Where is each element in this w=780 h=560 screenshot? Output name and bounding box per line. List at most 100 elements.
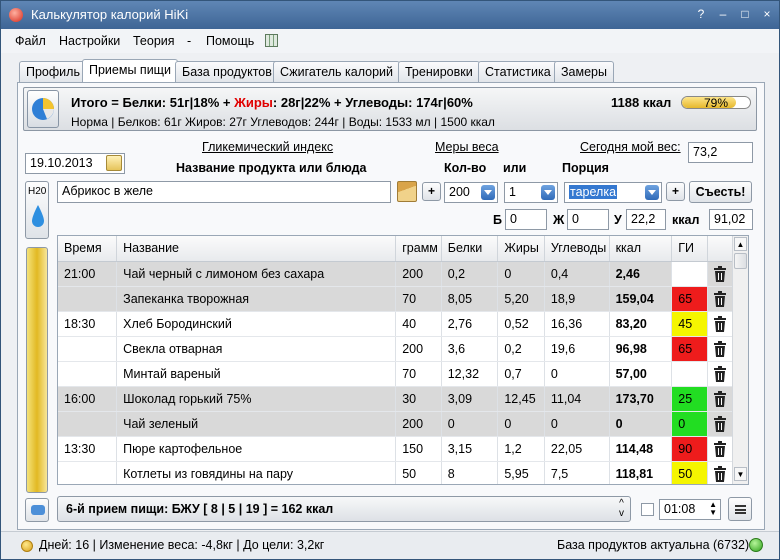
delete-row-button[interactable]	[707, 311, 735, 337]
tab-products[interactable]: База продуктов	[175, 61, 279, 82]
cell-gi	[671, 361, 708, 387]
delete-row-button[interactable]	[707, 436, 735, 462]
col-gi[interactable]: ГИ	[671, 236, 708, 262]
meal-time-checkbox[interactable]	[641, 503, 654, 516]
menu-settings[interactable]: Настройки	[59, 34, 120, 48]
carbs-input[interactable]: 22,2	[626, 209, 666, 230]
cell-name: Минтай вареный	[116, 361, 397, 387]
cell-carbs: 0	[544, 411, 610, 437]
delete-row-button[interactable]	[707, 386, 735, 412]
delete-row-button[interactable]	[707, 361, 735, 387]
col-time[interactable]: Время	[58, 236, 118, 262]
kcal-input[interactable]: 91,02	[709, 209, 753, 230]
add-portion-plus-button[interactable]: +	[666, 182, 685, 201]
cell-gram: 150	[395, 436, 442, 462]
table-row[interactable]: 16:00 Шоколад горький 75% 30 3,09 12,45 11,04…	[58, 386, 735, 412]
table-row[interactable]: Чай зеленый 200 0 0 0 0 0	[58, 411, 735, 437]
table-row[interactable]: Запеканка творожная 70 8,05 5,20 18,9 159,04 6…	[58, 286, 735, 312]
cell-gram: 50	[395, 461, 442, 484]
col-name[interactable]: Название	[116, 236, 397, 262]
meal-time-input[interactable]: 01:08 ▲ ▼	[659, 499, 721, 520]
grams-dropdown[interactable]: 200	[444, 182, 498, 203]
cell-carbs: 18,9	[544, 286, 610, 312]
menu-list-button[interactable]	[728, 497, 752, 521]
col-gram[interactable]: грамм	[395, 236, 442, 262]
minimize-button[interactable]: –	[713, 5, 733, 23]
menu-help[interactable]: Помощь	[206, 34, 254, 48]
delete-row-button[interactable]	[707, 261, 735, 287]
protein-input[interactable]: 0	[505, 209, 547, 230]
table-row[interactable]: Свекла отварная 200 3,6 0,2 19,6 96,98 65	[58, 336, 735, 362]
calculator-icon[interactable]	[265, 34, 278, 47]
cell-time	[58, 461, 118, 484]
calendar-icon[interactable]	[106, 155, 122, 171]
table-scrollbar[interactable]: ▲ ▼	[732, 236, 748, 484]
summary-fat-label: Жиры	[234, 95, 273, 110]
col-protein[interactable]: Белки	[441, 236, 499, 262]
cell-fat: 0,52	[497, 311, 545, 337]
tab-meals[interactable]: Приемы пищи	[82, 59, 178, 83]
product-input[interactable]: Абрикос в желе	[57, 181, 391, 203]
tab-calorie-burner[interactable]: Сжигатель калорий	[273, 61, 401, 82]
chat-button[interactable]	[25, 498, 49, 522]
maximize-button[interactable]: □	[735, 5, 755, 23]
broom-clear-icon[interactable]	[397, 181, 417, 202]
col-carbs[interactable]: Углеводы	[544, 236, 610, 262]
chevron-down-icon	[541, 185, 555, 200]
delete-row-button[interactable]	[707, 286, 735, 312]
delete-row-button[interactable]	[707, 461, 735, 484]
cell-carbs: 16,36	[544, 311, 610, 337]
cell-name: Свекла отварная	[116, 336, 397, 362]
count-dropdown[interactable]: 1	[504, 182, 558, 203]
scroll-thumb[interactable]	[734, 253, 747, 269]
summary-norms: Норма | Белков: 61г Жиров: 27г Углеводов…	[71, 115, 495, 129]
weight-measures-link[interactable]: Меры веса	[435, 140, 499, 154]
eat-button[interactable]: Съесть!	[689, 181, 752, 203]
add-product-plus-button[interactable]: +	[422, 182, 441, 201]
table-row[interactable]: 18:30 Хлеб Бородинский 40 2,76 0,52 16,36 83,2…	[58, 311, 735, 337]
kcal-progress-bar: 79%	[681, 96, 751, 109]
tab-statistics[interactable]: Статистика	[478, 61, 558, 82]
water-button[interactable]: H20	[25, 181, 49, 239]
cell-name: Хлеб Бородинский	[116, 311, 397, 337]
menu-file[interactable]: Файл	[15, 34, 46, 48]
product-name-header: Название продукта или блюда	[176, 161, 367, 175]
status-progress-text: Дней: 16 | Изменение веса: -4,8кг | До ц…	[39, 538, 325, 552]
cell-time: 16:00	[58, 386, 118, 412]
cell-carbs: 19,6	[544, 336, 610, 362]
cell-name: Чай черный с лимоном без сахара	[116, 261, 397, 287]
hamburger-icon-middle	[735, 509, 746, 511]
fat-input[interactable]: 0	[567, 209, 609, 230]
delete-row-button[interactable]	[707, 411, 735, 437]
cell-gi: 45	[671, 311, 708, 337]
tab-workouts[interactable]: Тренировки	[398, 61, 480, 82]
col-kcal[interactable]: ккал	[609, 236, 673, 262]
menu-bar: Файл Настройки Теория - Помощь	[1, 29, 779, 53]
table-row[interactable]: Котлеты из говядины на пару 50 8 5,95 7,5 118…	[58, 461, 735, 484]
weight-input[interactable]: 73,2	[688, 142, 753, 163]
tab-measurements[interactable]: Замеры	[554, 61, 614, 82]
trash-icon	[714, 290, 727, 307]
fat-label: Ж	[553, 213, 565, 227]
close-button[interactable]: ×	[757, 5, 777, 23]
meal-selector[interactable]: 6-й прием пищи: БЖУ [ 8 | 5 | 19 ] = 162…	[57, 496, 631, 522]
tab-profile[interactable]: Профиль	[19, 61, 87, 82]
app-window: Калькулятор калорий HiKi ? – □ × Файл На…	[0, 0, 780, 560]
scroll-up-button[interactable]: ▲	[734, 237, 747, 251]
glycemic-index-link[interactable]: Гликемический индекс	[202, 140, 333, 154]
table-row[interactable]: 13:30 Пюре картофельное 150 3,15 1,2 22,05 114…	[58, 436, 735, 462]
pie-chart-icon[interactable]	[27, 90, 59, 128]
menu-theory[interactable]: Теория	[133, 34, 175, 48]
help-window-button[interactable]: ?	[691, 5, 711, 23]
kcal-progress-label: 79%	[703, 96, 729, 109]
scroll-down-button[interactable]: ▼	[734, 467, 747, 481]
cell-gram: 70	[395, 361, 442, 387]
time-spinner-icon[interactable]: ▲ ▼	[709, 501, 717, 517]
table-row[interactable]: 21:00 Чай черный с лимоном без сахара 200 0…	[58, 261, 735, 287]
table-row[interactable]: Минтай вареный 70 12,32 0,7 0 57,00	[58, 361, 735, 387]
col-fat[interactable]: Жиры	[497, 236, 545, 262]
portion-dropdown[interactable]: тарелка	[564, 182, 662, 203]
cell-kcal: 173,70	[609, 386, 673, 412]
today-weight-link[interactable]: Сегодня мой вес:	[580, 140, 681, 154]
delete-row-button[interactable]	[707, 336, 735, 362]
